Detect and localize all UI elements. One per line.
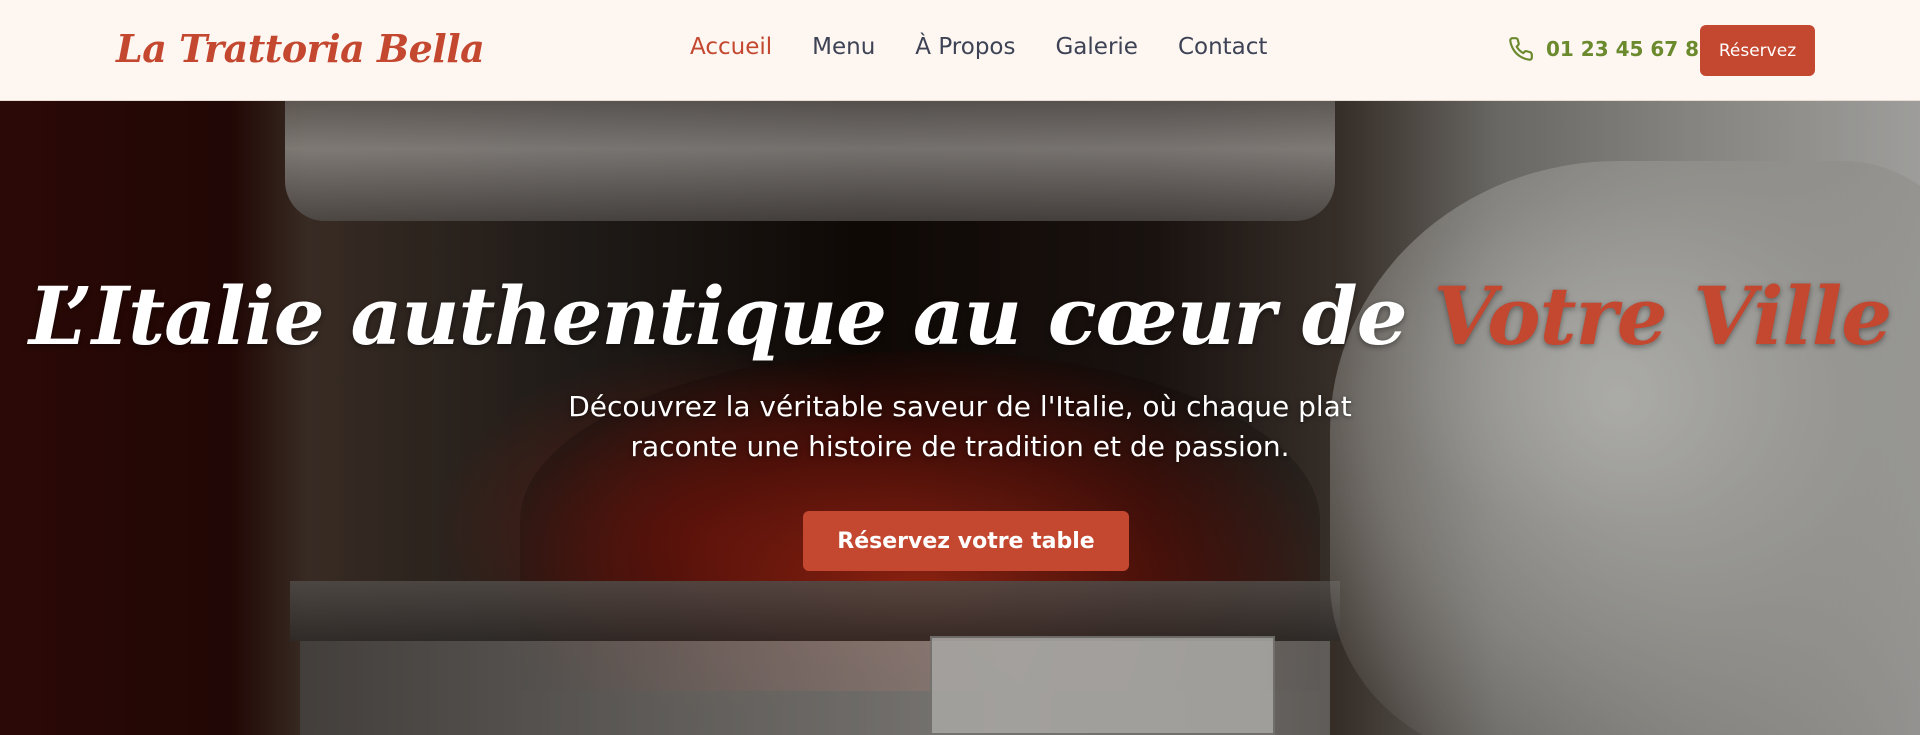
hero-subtitle: Découvrez la véritable saveur de l'Itali… [568, 390, 1352, 463]
main-nav: Accueil Menu À Propos Galerie Contact [690, 34, 1307, 60]
site-logo[interactable]: La Trattoria Bella [116, 26, 485, 71]
nav-item-menu[interactable]: Menu [812, 34, 875, 60]
hero-title-accent: Votre Ville [1433, 269, 1893, 363]
nav-item-accueil[interactable]: Accueil [690, 34, 772, 60]
nav-item-a-propos[interactable]: À Propos [915, 34, 1015, 60]
phone-icon [1509, 37, 1533, 61]
hero-title: L’Italie authentique au cœur de Votre Vi… [0, 269, 1920, 363]
phone-link[interactable]: 01 23 45 67 89 [1508, 36, 1713, 62]
phone-number: 01 23 45 67 89 [1546, 37, 1714, 61]
hero-title-main: L’Italie authentique au cœur de [28, 269, 1434, 363]
reserve-table-button[interactable]: Réservez votre table [803, 511, 1129, 571]
reserve-button[interactable]: Réservez [1700, 25, 1815, 76]
site-header: La Trattoria Bella Accueil Menu À Propos… [0, 0, 1920, 101]
hero-section: L’Italie authentique au cœur de Votre Vi… [0, 101, 1920, 735]
nav-item-contact[interactable]: Contact [1178, 34, 1267, 60]
nav-item-galerie[interactable]: Galerie [1055, 34, 1137, 60]
